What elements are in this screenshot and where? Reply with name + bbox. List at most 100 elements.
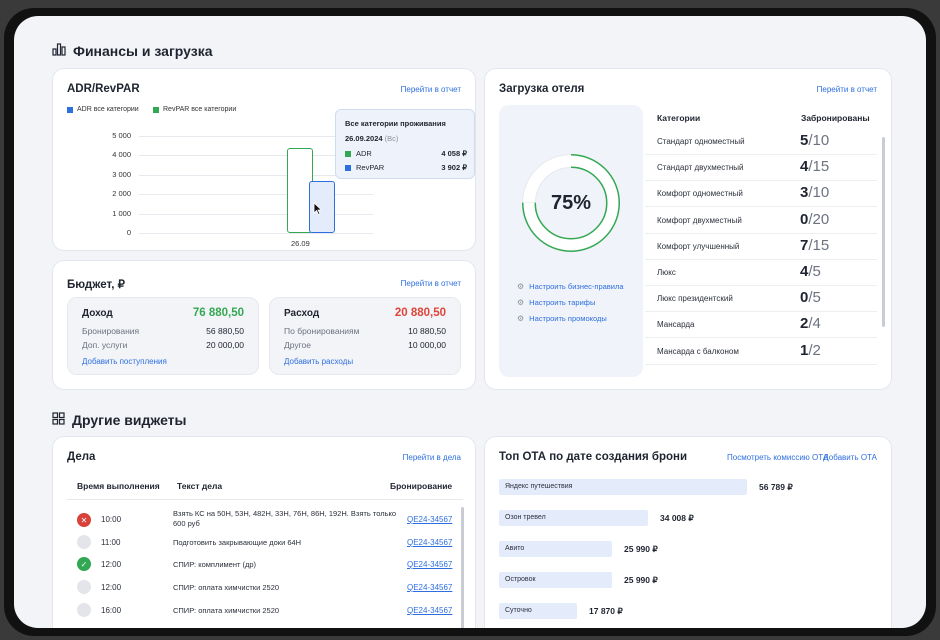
- pending-status-icon[interactable]: [77, 603, 91, 617]
- category-count: 4/15: [800, 158, 830, 176]
- grid-line: [139, 213, 373, 215]
- category-name: Люкс: [657, 268, 676, 277]
- ota-commission-link[interactable]: Посмотреть комиссию ОТА: [727, 453, 828, 462]
- col-booked: Забронированы: [801, 113, 870, 123]
- ota-row[interactable]: Суточно 17 870 ₽: [499, 603, 879, 619]
- ota-name: Озон тревел: [505, 514, 546, 521]
- dashboard-screen: Финансы и загрузка ADR/RevPAR Перейти в …: [14, 16, 926, 628]
- tariffs-link[interactable]: ⚙ Настроить тарифы: [517, 298, 595, 307]
- y-tick-label: 5 000: [112, 131, 131, 140]
- category-name: Стандарт двухместный: [657, 163, 744, 173]
- category-row[interactable]: Люкс президентский 0/5: [645, 286, 877, 313]
- adr-card-title: ADR/RevPAR: [67, 83, 140, 95]
- ota-row[interactable]: Яндекс путешествия 56 789 ₽: [499, 479, 879, 495]
- task-time: 12:00: [101, 560, 122, 569]
- category-name: Мансарда с балконом: [657, 346, 739, 356]
- booking-link[interactable]: QE24-34567: [407, 515, 452, 524]
- category-count: 0/20: [800, 210, 830, 228]
- gear-icon: ⚙: [517, 282, 525, 291]
- category-name: Мансарда: [657, 320, 695, 330]
- tasks-card: Дела Перейти в дела Время выполнения Тек…: [52, 436, 476, 628]
- occupancy-card: Загрузка отеля Перейти в отчет 75% ⚙ Нас…: [484, 68, 892, 390]
- promocodes-link[interactable]: ⚙ Настроить промокоды: [517, 314, 607, 323]
- col-text: Текст дела: [177, 481, 223, 491]
- budget-report-link[interactable]: Перейти в отчет: [401, 279, 461, 288]
- category-row[interactable]: Стандарт одноместный 5/10: [645, 129, 877, 155]
- task-text: Подготовить закрывающие доки 64Н: [173, 538, 302, 547]
- booking-link[interactable]: QE24-34567: [407, 583, 452, 592]
- task-row[interactable]: ✓ 12:00 СПИР: комплимент (др) QE24-34567: [53, 557, 453, 579]
- legend-label: RevPAR все категории: [163, 106, 237, 113]
- other-section-title: Другие виджеты: [52, 412, 187, 428]
- category-name: Люкс президентский: [657, 294, 733, 304]
- device-frame: Финансы и загрузка ADR/RevPAR Перейти в …: [4, 8, 936, 636]
- tooltip-swatch: [345, 150, 351, 157]
- tasks-scrollbar[interactable]: [461, 507, 464, 628]
- tooltip-label: RevPAR: [356, 163, 385, 172]
- go-to-tasks-link[interactable]: Перейти в дела: [403, 453, 461, 462]
- ota-row[interactable]: Озон тревел 34 008 ₽: [499, 510, 879, 526]
- booking-link[interactable]: QE24-34567: [407, 538, 452, 547]
- add-expense-link[interactable]: Добавить расходы: [284, 357, 353, 366]
- widgets-grid-icon: [52, 412, 65, 428]
- tooltip-swatch: [345, 164, 351, 171]
- tooltip-value: 4 058 ₽: [441, 149, 467, 158]
- tooltip-title: Все категории проживания: [345, 119, 446, 128]
- ota-row[interactable]: Авито 25 990 ₽: [499, 541, 879, 557]
- task-text: СПИР: оплата химчистки 2520: [173, 606, 280, 615]
- category-count: 1/2: [800, 341, 821, 359]
- other-section-label: Другие виджеты: [72, 412, 187, 428]
- category-row[interactable]: Мансарда 2/4: [645, 312, 877, 339]
- ota-value: 56 789 ₽: [759, 482, 793, 492]
- finance-section-title: Финансы и загрузка: [52, 42, 213, 59]
- task-text: СПИР: оплата химчистки 2520: [173, 583, 280, 592]
- done-status-icon[interactable]: ✓: [77, 557, 91, 571]
- income-row-label: Бронирования: [82, 326, 140, 336]
- category-row[interactable]: Стандарт двухместный 4/15: [645, 155, 877, 182]
- settings-link-label: Настроить тарифы: [529, 298, 596, 307]
- expense-title: Расход: [284, 308, 320, 319]
- tooltip-date: 26.09.2024 (Вс): [345, 134, 399, 143]
- category-name: Комфорт двухместный: [657, 215, 742, 225]
- categories-table: Категории Забронированы Стандарт одномес…: [645, 105, 885, 377]
- category-row[interactable]: Мансарда с балконом 1/2: [645, 339, 877, 365]
- category-name: Комфорт одноместный: [657, 189, 743, 199]
- category-count: 0/5: [800, 289, 821, 307]
- task-row[interactable]: 11:00 Подготовить закрывающие доки 64Н Q…: [53, 535, 453, 557]
- task-row[interactable]: 16:00 СПИР: оплата химчистки 2520 QE24-3…: [53, 603, 453, 625]
- category-row[interactable]: Комфорт улучшенный 7/15: [645, 234, 877, 260]
- finance-section-label: Финансы и загрузка: [73, 42, 213, 59]
- categories-scrollbar[interactable]: [882, 137, 885, 327]
- ota-value: 17 870 ₽: [589, 606, 623, 616]
- category-count: 4/5: [800, 263, 821, 280]
- legend-adr[interactable]: ADR все категории: [67, 106, 139, 113]
- ota-value: 25 990 ₽: [624, 575, 658, 585]
- expense-amount: 20 880,50: [394, 307, 446, 319]
- task-row[interactable]: ✕ 10:00 Взять КС на 50Н, 53Н, 482Н, 33Н,…: [53, 509, 453, 531]
- ota-value: 25 990 ₽: [624, 544, 658, 554]
- category-row[interactable]: Люкс 4/5: [645, 260, 877, 286]
- booking-link[interactable]: QE24-34567: [407, 560, 452, 569]
- add-ota-link[interactable]: Добавить ОТА: [823, 453, 877, 462]
- ota-name: Суточно: [505, 607, 532, 614]
- legend-revpar[interactable]: RevPAR все категории: [153, 106, 236, 113]
- add-income-link[interactable]: Добавить поступления: [82, 357, 167, 366]
- category-name: Комфорт улучшенный: [657, 241, 740, 251]
- pending-status-icon[interactable]: [77, 580, 91, 594]
- task-row[interactable]: 12:00 СПИР: оплата химчистки 2520 QE24-3…: [53, 580, 453, 602]
- y-tick-label: 1 000: [112, 208, 131, 218]
- business-rules-link[interactable]: ⚙ Настроить бизнес-правила: [517, 282, 624, 291]
- adr-report-link[interactable]: Перейти в отчет: [401, 85, 461, 94]
- legend-label: ADR все категории: [77, 106, 139, 113]
- ota-row[interactable]: Островок 25 990 ₽: [499, 572, 879, 588]
- occupancy-report-link[interactable]: Перейти в отчет: [817, 85, 877, 94]
- expense-box: Расход 20 880,50 По бронированиям 10 880…: [269, 297, 461, 375]
- booking-link[interactable]: QE24-34567: [407, 606, 452, 615]
- pending-status-icon[interactable]: [77, 535, 91, 549]
- category-count: 2/4: [800, 315, 821, 333]
- category-row[interactable]: Комфорт двухместный 0/20: [645, 208, 877, 234]
- income-title: Доход: [82, 308, 113, 319]
- error-status-icon[interactable]: ✕: [77, 513, 91, 527]
- category-row[interactable]: Комфорт одноместный 3/10: [645, 181, 877, 208]
- expense-row-value: 10 880,50: [408, 326, 446, 336]
